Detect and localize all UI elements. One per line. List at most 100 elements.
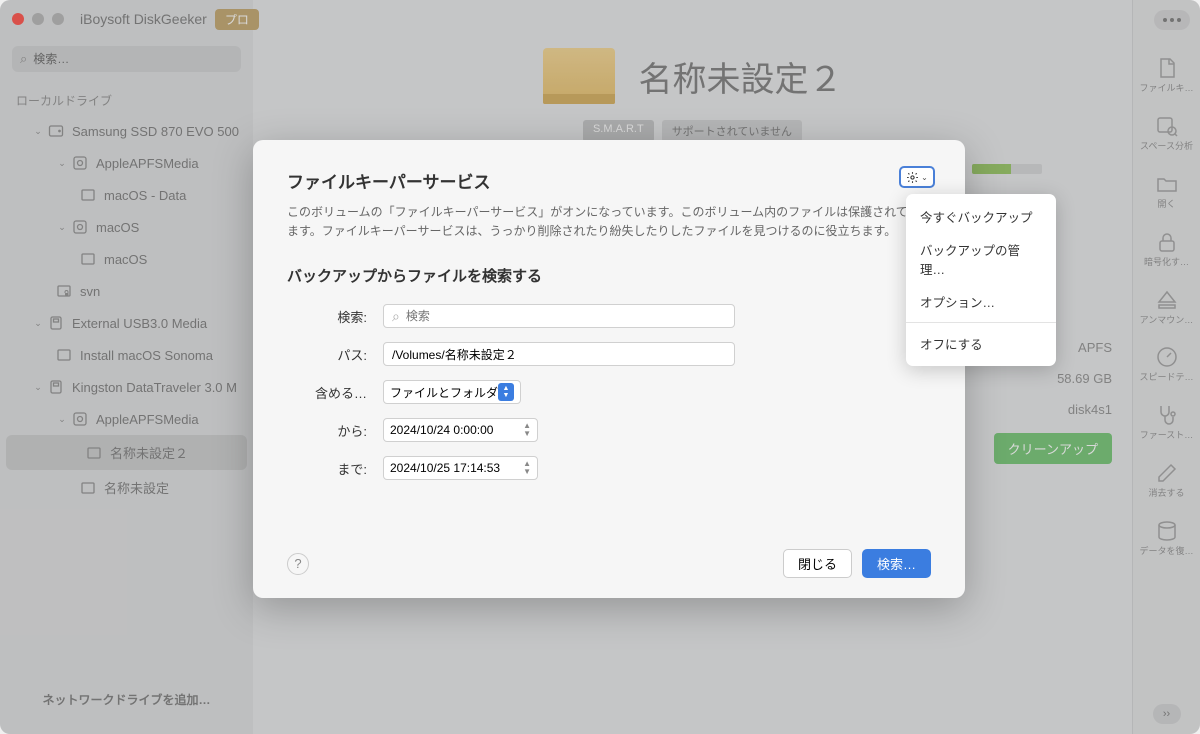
smart-status: サポートされていません (662, 120, 802, 142)
volume-title: 名称未設定２ (639, 52, 843, 101)
folder-open-icon (1155, 172, 1179, 196)
tree-item-volume[interactable]: macOS - Data (0, 179, 253, 211)
disk-icon (48, 123, 64, 139)
dropdown-options[interactable]: オプション… (906, 285, 1056, 318)
app-title: iBoysoft DiskGeeker (80, 11, 207, 27)
toolbar-filekeeper[interactable]: ファイルキ… (1137, 48, 1197, 102)
search-button[interactable]: 検索… (862, 549, 931, 578)
dropdown-turn-off[interactable]: オフにする (906, 327, 1056, 360)
include-select[interactable]: ファイルとフォルダ▲▼ (383, 380, 521, 404)
zoom-window-button[interactable] (52, 13, 64, 25)
pro-badge: プロ (215, 9, 259, 30)
smart-label: S.M.A.R.T (583, 120, 654, 142)
minimize-window-button[interactable] (32, 13, 44, 25)
eject-icon (1155, 288, 1179, 312)
tree-item-container[interactable]: ⌄ AppleAPFSMedia (0, 147, 253, 179)
tree-item-disk[interactable]: ⌄ Kingston DataTraveler 3.0 M (0, 371, 253, 403)
search-input[interactable] (406, 309, 726, 323)
stepper-icon[interactable]: ▲▼ (523, 422, 531, 438)
chevron-down-icon: ⌄ (32, 382, 44, 393)
help-button[interactable]: ? (287, 553, 309, 575)
sidebar: ⌕ ローカルドライブ ⌄ Samsung SSD 870 EVO 500 ⌄ App… (0, 0, 253, 734)
chevron-down-icon: ⌄ (32, 126, 44, 137)
usb-icon (48, 315, 64, 331)
gear-dropdown: 今すぐバックアップ バックアップの管理… オプション… オフにする (906, 194, 1056, 366)
chevron-down-icon: ⌄ (32, 318, 44, 329)
magnify-icon (1155, 114, 1179, 138)
tree-item-label: macOS - Data (104, 188, 186, 203)
tree-item-volume-selected[interactable]: 名称未設定２ (6, 435, 247, 470)
volume-large-icon (543, 48, 615, 104)
toolbar-unmount[interactable]: アンマウン… (1137, 280, 1197, 334)
close-window-button[interactable] (12, 13, 24, 25)
container-icon (72, 219, 88, 235)
tree-item-disk[interactable]: ⌄ Samsung SSD 870 EVO 500 (0, 115, 253, 147)
sidebar-search-input[interactable] (33, 52, 233, 66)
lock-icon (1155, 230, 1179, 254)
usb-icon (48, 379, 64, 395)
tree-item-volume[interactable]: svn (0, 275, 253, 307)
gauge-icon (1155, 345, 1179, 369)
tree-item-container[interactable]: ⌄ AppleAPFSMedia (0, 403, 253, 435)
tree-item-label: AppleAPFSMedia (96, 412, 199, 427)
toolbar-open[interactable]: 開く (1137, 164, 1197, 218)
from-datetime[interactable]: 2024/10/24 0:00:00▲▼ (383, 418, 538, 442)
more-button[interactable] (1154, 10, 1190, 30)
to-label: まで: (287, 459, 367, 478)
include-label: 含める… (287, 383, 367, 402)
to-datetime[interactable]: 2024/10/25 17:14:53▲▼ (383, 456, 538, 480)
cleanup-button[interactable]: クリーンアップ (994, 433, 1112, 464)
toolbar-encrypt[interactable]: 暗号化す… (1137, 222, 1197, 276)
close-button[interactable]: 閉じる (783, 549, 852, 578)
search-field[interactable] (383, 304, 735, 328)
stepper-icon[interactable]: ▲▼ (523, 460, 531, 476)
tree-item-label: Install macOS Sonoma (80, 348, 213, 363)
toolbar-space-analysis[interactable]: スペース分析 (1137, 106, 1197, 160)
eraser-icon (1155, 461, 1179, 485)
tree-item-label: AppleAPFSMedia (96, 156, 199, 171)
path-label: パス: (287, 345, 367, 364)
chevron-down-icon: ⌄ (921, 173, 928, 182)
toolbar-expand-button[interactable]: ›› (1153, 704, 1181, 724)
dropdown-manage-backup[interactable]: バックアップの管理… (906, 233, 1056, 285)
tree-item-container[interactable]: ⌄macOS (0, 211, 253, 243)
tree-item-disk[interactable]: ⌄External USB3.0 Media (0, 307, 253, 339)
volume-size: 58.69 GB (1057, 371, 1112, 386)
toolbar-recover[interactable]: データを復… (1137, 511, 1197, 565)
tree-item-label: Samsung SSD 870 EVO 500 (72, 124, 239, 139)
volume-icon (80, 187, 96, 203)
tree-item-label: svn (80, 284, 100, 299)
tree-item-volume[interactable]: macOS (0, 243, 253, 275)
volume-icon (56, 347, 72, 363)
tree-item-volume[interactable]: Install macOS Sonoma (0, 339, 253, 371)
gear-menu-button[interactable]: ⌄ (899, 166, 935, 188)
gear-icon (906, 171, 919, 184)
device-id: disk4s1 (1068, 402, 1112, 417)
path-input[interactable] (392, 347, 726, 361)
sidebar-section-label: ローカルドライブ (0, 86, 253, 115)
chevron-down-icon: ⌄ (56, 414, 68, 425)
titlebar: iBoysoft DiskGeeker プロ (0, 0, 1200, 38)
path-field[interactable] (383, 342, 735, 366)
document-icon (1155, 56, 1179, 80)
tree-item-label: macOS (104, 252, 147, 267)
tree-item-volume[interactable]: 名称未設定 (0, 470, 253, 505)
dropdown-backup-now[interactable]: 今すぐバックアップ (906, 200, 1056, 233)
toolbar-firstaid[interactable]: ファースト… (1137, 395, 1197, 449)
toolbar-erase[interactable]: 消去する (1137, 453, 1197, 507)
usage-bar (972, 164, 1042, 174)
fs-type: APFS (1078, 340, 1112, 355)
add-network-drive-button[interactable]: ネットワークドライブを追加… (16, 681, 237, 718)
modal-description: このボリュームの「ファイルキーパーサービス」がオンになっています。このボリューム… (287, 203, 931, 241)
lock-volume-icon (56, 283, 72, 299)
sidebar-search[interactable]: ⌕ (12, 46, 241, 72)
chevron-down-icon: ⌄ (56, 158, 68, 169)
modal-title: ファイルキーパーサービス (287, 168, 931, 193)
volume-icon (80, 251, 96, 267)
modal-section-title: バックアップからファイルを検索する (287, 265, 931, 286)
toolbar-speedtest[interactable]: スピードテ… (1137, 337, 1197, 391)
volume-icon (86, 445, 102, 461)
tree-item-label: Kingston DataTraveler 3.0 M (72, 380, 237, 395)
container-icon (72, 411, 88, 427)
volume-icon (80, 480, 96, 496)
